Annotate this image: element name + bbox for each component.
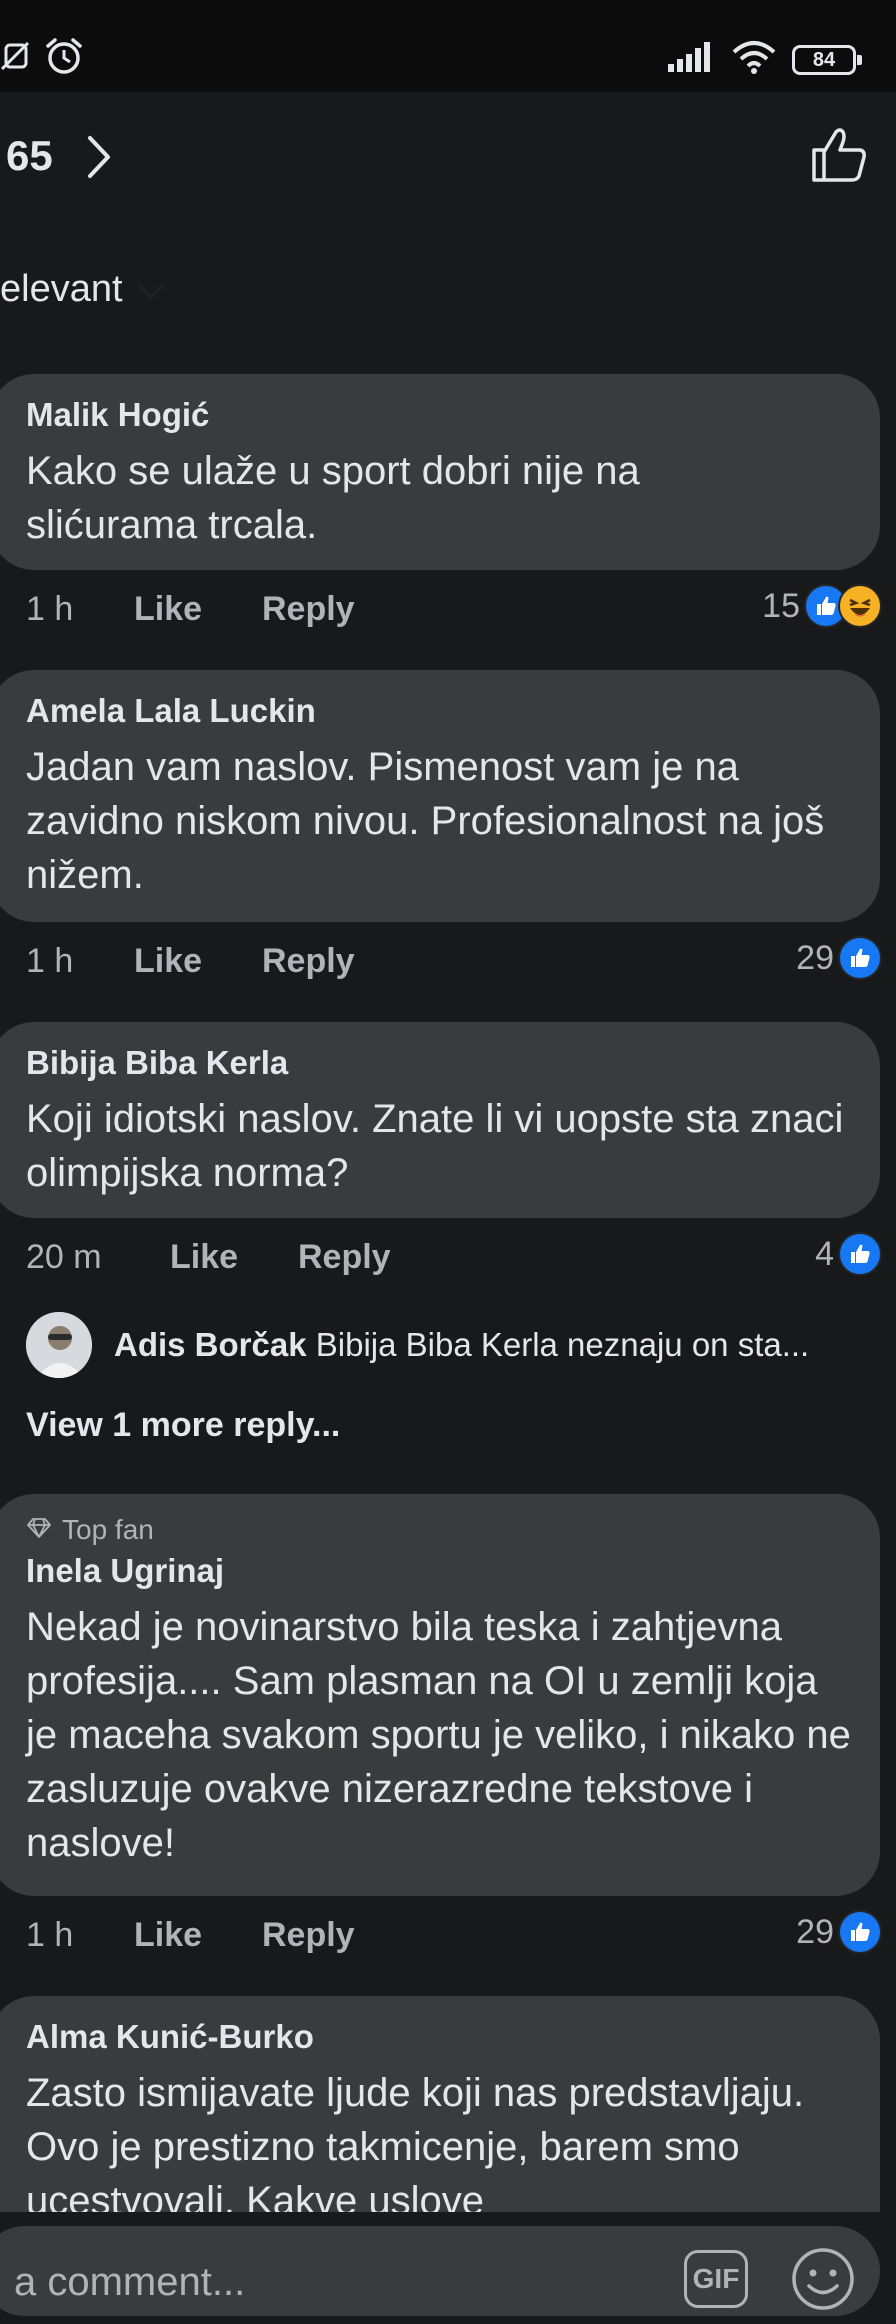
comment-bubble[interactable]: Bibija Biba Kerla Koji idiotski naslov. … [0,1022,880,1218]
comment-text: Kako se ulaže u sport dobri nije na slić… [26,449,640,547]
comment-time: 1 h [26,942,74,980]
comment-input-placeholder[interactable]: a comment... [14,2260,245,2305]
comment-reactions[interactable]: 29 [796,1910,882,1954]
reply-button[interactable]: Reply [262,590,355,629]
view-more-replies-link[interactable]: View 1 more reply... [26,1406,340,1445]
status-bar: 84 [0,0,896,92]
like-button[interactable]: Like [134,590,262,629]
wifi-icon [732,40,776,79]
top-fan-label: Top fan [62,1514,154,1545]
avatar[interactable] [26,1312,92,1378]
top-fan-badge: Top fan [26,1514,844,1546]
battery-icon: 84 [792,44,862,75]
comments-header: 65 [0,92,896,222]
diamond-icon [26,1514,52,1546]
comment-bubble[interactable]: Malik Hogić Kako se ulaže u sport dobri … [0,374,880,570]
like-button[interactable]: Like [170,1238,298,1277]
comment-author[interactable]: Malik Hogić [26,394,844,436]
comment-text: Nekad je novinarstvo bila teska i zahtje… [26,1605,851,1865]
battery-level: 84 [812,48,836,71]
comment-author[interactable]: Bibija Biba Kerla [26,1042,844,1084]
comment-text: Koji idiotski naslov. Znate li vi uopste… [26,1097,844,1195]
comment-reactions[interactable]: 15 [762,584,882,628]
reply-preview[interactable]: Adis Borčak Bibija Biba Kerla neznaju on… [26,1312,886,1378]
do-not-disturb-icon [0,39,30,78]
reply-button[interactable]: Reply [262,942,355,981]
comment-text: Jadan vam naslov. Pismenost vam je na za… [26,745,825,897]
reaction-count: 15 [762,586,800,625]
comment-text: Zasto ismijavate ljude koji nas predstav… [26,2071,805,2223]
comment-actions: 1 h Like Reply [26,1916,355,1955]
alarm-icon [44,36,84,81]
comment-actions: 1 h Like Reply [26,942,355,981]
reaction-count: 29 [796,1912,834,1951]
emoji-icon[interactable] [790,2246,856,2317]
comment-reactions[interactable]: 29 [796,936,882,980]
reaction-count: 4 [815,1234,834,1273]
comment-time: 1 h [26,1916,74,1954]
gif-button[interactable]: GIF [684,2250,748,2308]
chevron-down-icon [137,268,165,311]
like-post-icon[interactable] [810,126,868,189]
chevron-right-icon[interactable] [84,134,114,185]
like-button[interactable]: Like [134,942,262,981]
comment-actions: 20 m Like Reply [26,1238,391,1277]
comment-time: 20 m [26,1238,102,1276]
comment-author[interactable]: Amela Lala Luckin [26,690,844,732]
reply-snippet: Bibija Biba Kerla neznaju on sta... [315,1326,810,1363]
like-reaction-icon [838,936,882,980]
comment-author[interactable]: Alma Kunić-Burko [26,2016,844,2058]
comment-reactions[interactable]: 4 [815,1232,882,1276]
haha-reaction-icon [838,584,882,628]
like-button[interactable]: Like [134,1916,262,1955]
comment-time: 1 h [26,590,74,628]
comment-bubble[interactable]: Amela Lala Luckin Jadan vam naslov. Pism… [0,670,880,922]
like-reaction-icon [838,1910,882,1954]
comment-author[interactable]: Inela Ugrinaj [26,1550,844,1592]
comment-actions: 1 h Like Reply [26,590,355,629]
signal-icon [668,42,716,77]
like-reaction-icon [838,1232,882,1276]
comment-bubble[interactable]: Top fan Inela Ugrinaj Nekad je novinarst… [0,1494,880,1896]
reply-button[interactable]: Reply [262,1916,355,1955]
reply-author[interactable]: Adis Borčak [114,1326,307,1363]
reply-button[interactable]: Reply [298,1238,391,1277]
reaction-count: 29 [796,938,834,977]
post-reaction-count[interactable]: 65 [6,132,53,180]
sort-dropdown[interactable]: elevant [0,268,165,311]
reply-preview-text: Adis Borčak Bibija Biba Kerla neznaju on… [114,1326,874,1364]
sort-label: elevant [0,268,123,310]
